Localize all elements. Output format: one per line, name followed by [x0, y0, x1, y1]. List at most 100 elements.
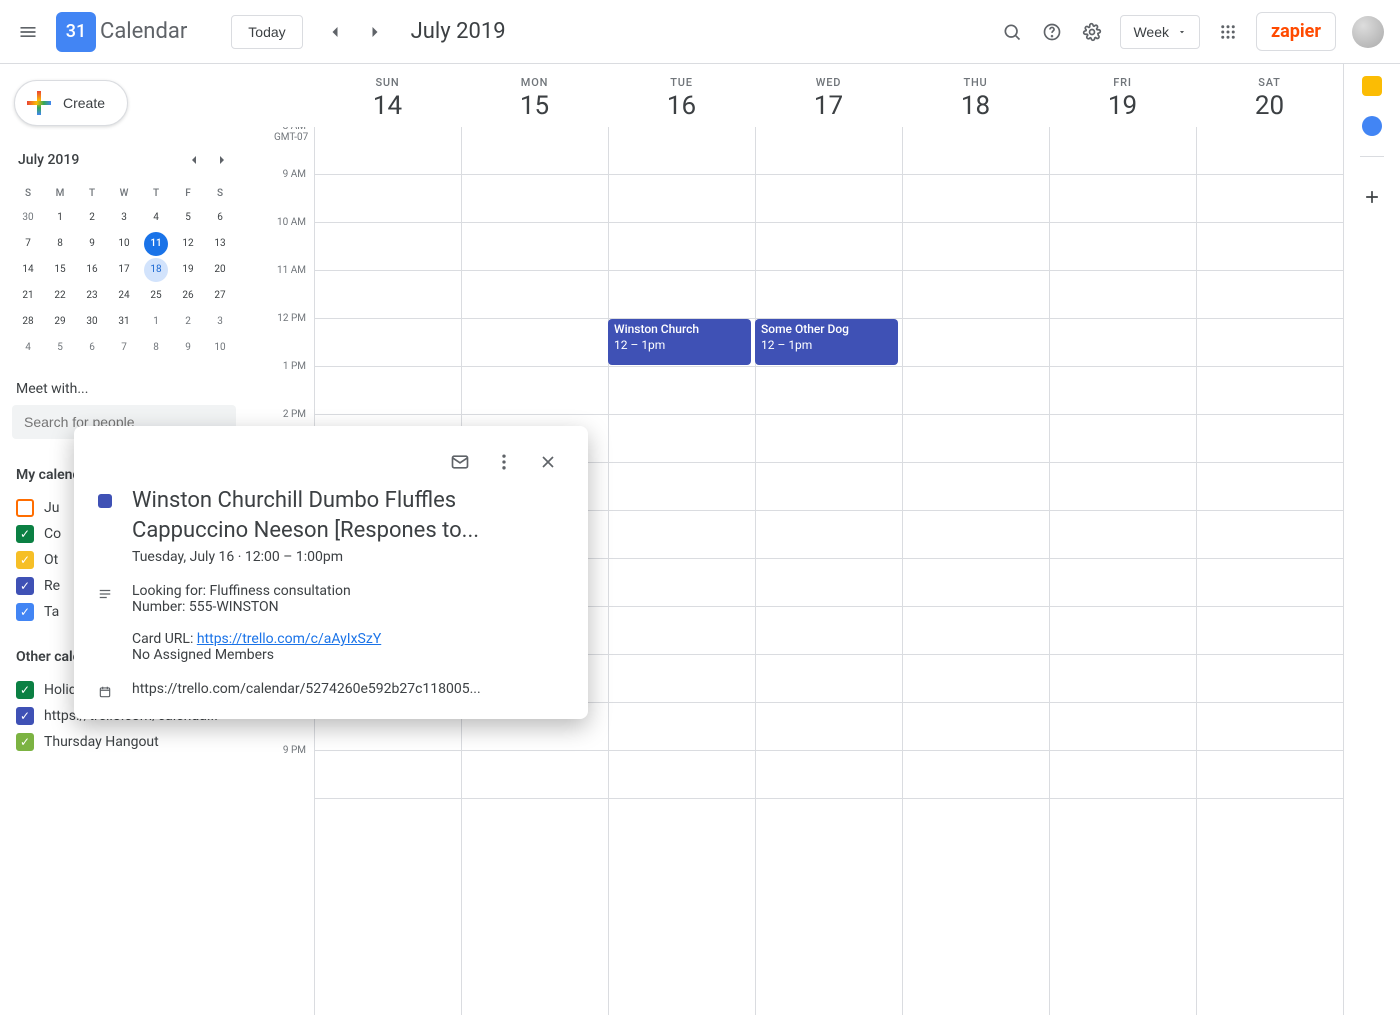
mini-cal-day[interactable]: 2 — [80, 206, 104, 230]
mini-cal-day[interactable]: 3 — [112, 206, 136, 230]
mini-cal-day[interactable]: 28 — [16, 310, 40, 334]
mini-cal-day[interactable]: 29 — [48, 310, 72, 334]
main-menu-button[interactable] — [8, 12, 48, 52]
email-guests-button[interactable] — [440, 442, 480, 482]
mini-cal-day[interactable]: 13 — [208, 232, 232, 256]
day-of-week-label: FRI — [1049, 76, 1196, 89]
calendar-event[interactable]: Winston Church12 – 1pm — [608, 319, 751, 365]
help-button[interactable] — [1032, 12, 1072, 52]
mini-cal-day[interactable]: 9 — [80, 232, 104, 256]
mini-cal-day[interactable]: 3 — [208, 310, 232, 334]
day-number[interactable]: 19 — [1049, 91, 1196, 121]
mini-cal-day[interactable]: 31 — [112, 310, 136, 334]
more-vert-icon — [494, 452, 514, 472]
hour-label: 10 AM — [256, 217, 306, 265]
plus-icon — [1362, 187, 1382, 207]
next-week-button[interactable] — [355, 12, 395, 52]
mini-calendar[interactable]: SMTWTFS301234567891011121314151617181920… — [12, 182, 236, 361]
calendar-checkbox[interactable] — [16, 577, 34, 595]
zapier-extension-badge[interactable]: zapier — [1256, 12, 1336, 51]
day-number[interactable]: 17 — [755, 91, 902, 121]
mini-cal-day[interactable]: 11 — [144, 232, 168, 256]
day-of-week-label: SAT — [1196, 76, 1343, 89]
mini-cal-day[interactable]: 25 — [144, 284, 168, 308]
mini-cal-day[interactable]: 9 — [176, 336, 200, 360]
mini-cal-day[interactable]: 2 — [176, 310, 200, 334]
mini-cal-day[interactable]: 6 — [80, 336, 104, 360]
mini-cal-day[interactable]: 4 — [16, 336, 40, 360]
mini-cal-day[interactable]: 23 — [80, 284, 104, 308]
hour-label: 1 PM — [256, 361, 306, 409]
plus-icon — [27, 91, 51, 115]
calendar-checkbox[interactable] — [16, 681, 34, 699]
mini-cal-prev[interactable] — [180, 146, 208, 174]
google-apps-button[interactable] — [1208, 12, 1248, 52]
account-avatar[interactable] — [1352, 16, 1384, 48]
search-button[interactable] — [992, 12, 1032, 52]
today-button[interactable]: Today — [231, 15, 302, 49]
settings-button[interactable] — [1072, 12, 1112, 52]
mini-cal-day[interactable]: 26 — [176, 284, 200, 308]
hour-label: 9 AM — [256, 169, 306, 217]
gear-icon — [1082, 22, 1102, 42]
mini-cal-day[interactable]: 10 — [112, 232, 136, 256]
mini-cal-day[interactable]: 10 — [208, 336, 232, 360]
calendar-label: Ta — [44, 604, 59, 620]
mini-cal-day[interactable]: 8 — [144, 336, 168, 360]
mini-cal-day[interactable]: 1 — [144, 310, 168, 334]
create-button[interactable]: Create — [14, 80, 128, 126]
day-number[interactable]: 14 — [314, 91, 461, 121]
mini-cal-day[interactable]: 19 — [176, 258, 200, 282]
mini-cal-day[interactable]: 17 — [112, 258, 136, 282]
mini-cal-day[interactable]: 7 — [112, 336, 136, 360]
get-addons-button[interactable] — [1352, 177, 1392, 217]
mini-cal-day[interactable]: 30 — [16, 206, 40, 230]
calendar-checkbox[interactable] — [16, 499, 34, 517]
day-number[interactable]: 18 — [902, 91, 1049, 121]
mini-cal-day[interactable]: 8 — [48, 232, 72, 256]
mini-cal-day[interactable]: 30 — [80, 310, 104, 334]
mini-cal-day[interactable]: 14 — [16, 258, 40, 282]
calendar-checkbox[interactable] — [16, 525, 34, 543]
hour-label: 8 AM — [256, 127, 306, 169]
meet-with-label: Meet with... — [16, 381, 236, 397]
calendar-checkbox[interactable] — [16, 733, 34, 751]
mini-cal-day[interactable]: 6 — [208, 206, 232, 230]
mini-cal-day[interactable]: 1 — [48, 206, 72, 230]
calendar-list-item[interactable]: Thursday Hangout — [12, 729, 236, 755]
mini-cal-day[interactable]: 24 — [112, 284, 136, 308]
day-number[interactable]: 15 — [461, 91, 608, 121]
mini-cal-day[interactable]: 7 — [16, 232, 40, 256]
calendar-checkbox[interactable] — [16, 603, 34, 621]
mini-cal-next[interactable] — [208, 146, 236, 174]
calendar-checkbox[interactable] — [16, 551, 34, 569]
keep-addon-icon[interactable] — [1362, 76, 1382, 96]
calendar-label: Co — [44, 526, 61, 542]
mini-cal-day[interactable]: 16 — [80, 258, 104, 282]
mini-cal-day[interactable]: 15 — [48, 258, 72, 282]
close-popup-button[interactable] — [528, 442, 568, 482]
calendar-event[interactable]: Some Other Dog12 – 1pm — [755, 319, 898, 365]
mini-cal-day[interactable]: 22 — [48, 284, 72, 308]
mini-cal-day[interactable]: 18 — [144, 258, 168, 282]
mini-cal-day[interactable]: 4 — [144, 206, 168, 230]
prev-week-button[interactable] — [315, 12, 355, 52]
tasks-addon-icon[interactable] — [1362, 116, 1382, 136]
calendar-label: Thursday Hangout — [44, 734, 159, 750]
day-number[interactable]: 16 — [608, 91, 755, 121]
mini-cal-day[interactable]: 5 — [176, 206, 200, 230]
day-of-week-label: WED — [755, 76, 902, 89]
view-selector[interactable]: Week — [1120, 15, 1200, 49]
card-url-link[interactable]: https://trello.com/c/aAyIxSzY — [197, 631, 381, 647]
mini-cal-day[interactable]: 12 — [176, 232, 200, 256]
mini-cal-day[interactable]: 21 — [16, 284, 40, 308]
day-number[interactable]: 20 — [1196, 91, 1343, 121]
mini-cal-day[interactable]: 27 — [208, 284, 232, 308]
calendar-checkbox[interactable] — [16, 707, 34, 725]
event-options-button[interactable] — [484, 442, 524, 482]
mini-cal-day[interactable]: 5 — [48, 336, 72, 360]
create-button-label: Create — [63, 95, 105, 111]
event-time: 12 – 1pm — [761, 338, 892, 354]
calendar-label: Ot — [44, 552, 58, 568]
mini-cal-day[interactable]: 20 — [208, 258, 232, 282]
